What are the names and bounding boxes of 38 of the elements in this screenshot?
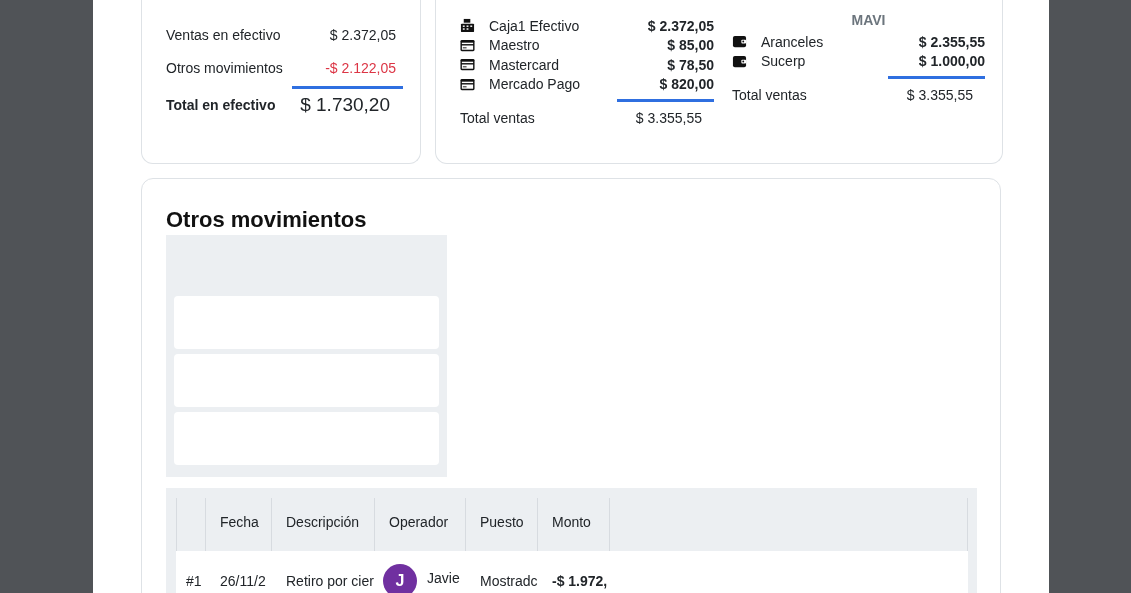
row-number: #1 <box>185 573 203 589</box>
table-cell-text: Mostradc <box>479 573 538 589</box>
payment-label: Caja1 Efectivo <box>489 17 581 34</box>
group-label: MAVI <box>850 12 887 30</box>
cash-register-icon <box>460 18 475 34</box>
point-label: Sucerp <box>761 53 807 70</box>
credit-card-icon <box>460 57 475 73</box>
amount: $ 78,50 <box>667 56 714 73</box>
table-cell-text: 26/11/2 <box>219 573 267 589</box>
amount: $ 820,00 <box>659 76 714 93</box>
total-label: Total en efectivo <box>166 97 276 113</box>
total-amount: $ 3.355,55 <box>906 87 973 103</box>
credit-card-icon <box>460 37 475 53</box>
amount: $ 1.000,00 <box>918 53 985 70</box>
amount: -$ 2.122,05 <box>325 59 396 76</box>
row-label: Otros movimientos <box>166 59 283 76</box>
total-label: Total ventas <box>460 110 535 126</box>
payment-label: Mastercard <box>489 56 561 73</box>
total-amount: $ 3.355,55 <box>635 110 702 126</box>
wallet-icon <box>732 53 747 69</box>
credit-card-icon <box>460 76 475 92</box>
wallet-icon <box>732 34 747 50</box>
amount: $ 2.355,55 <box>918 33 985 50</box>
section-title: Otros movimientos <box>166 206 368 234</box>
operator-name: Javie <box>427 570 460 586</box>
amount: $ 85,00 <box>667 37 714 54</box>
table-cell-text: -$ 1.972, <box>551 573 609 589</box>
point-label: Aranceles <box>761 33 825 50</box>
total-amount: $ 1.730,20 <box>300 94 390 116</box>
amount: $ 2.372,05 <box>329 26 396 43</box>
total-label: Total ventas <box>732 87 807 103</box>
payment-label: Maestro <box>489 37 541 54</box>
table-cell-text: Retiro por cier <box>285 573 375 589</box>
payment-label: Mercado Pago <box>489 76 582 93</box>
row-label: Ventas en efectivo <box>166 26 281 43</box>
table-row[interactable]: #1 26/11/2 Retiro por cier J Javie Mostradc -$ 1.972, <box>176 551 968 593</box>
amount: $ 2.372,05 <box>647 17 714 34</box>
avatar: J <box>383 564 417 593</box>
